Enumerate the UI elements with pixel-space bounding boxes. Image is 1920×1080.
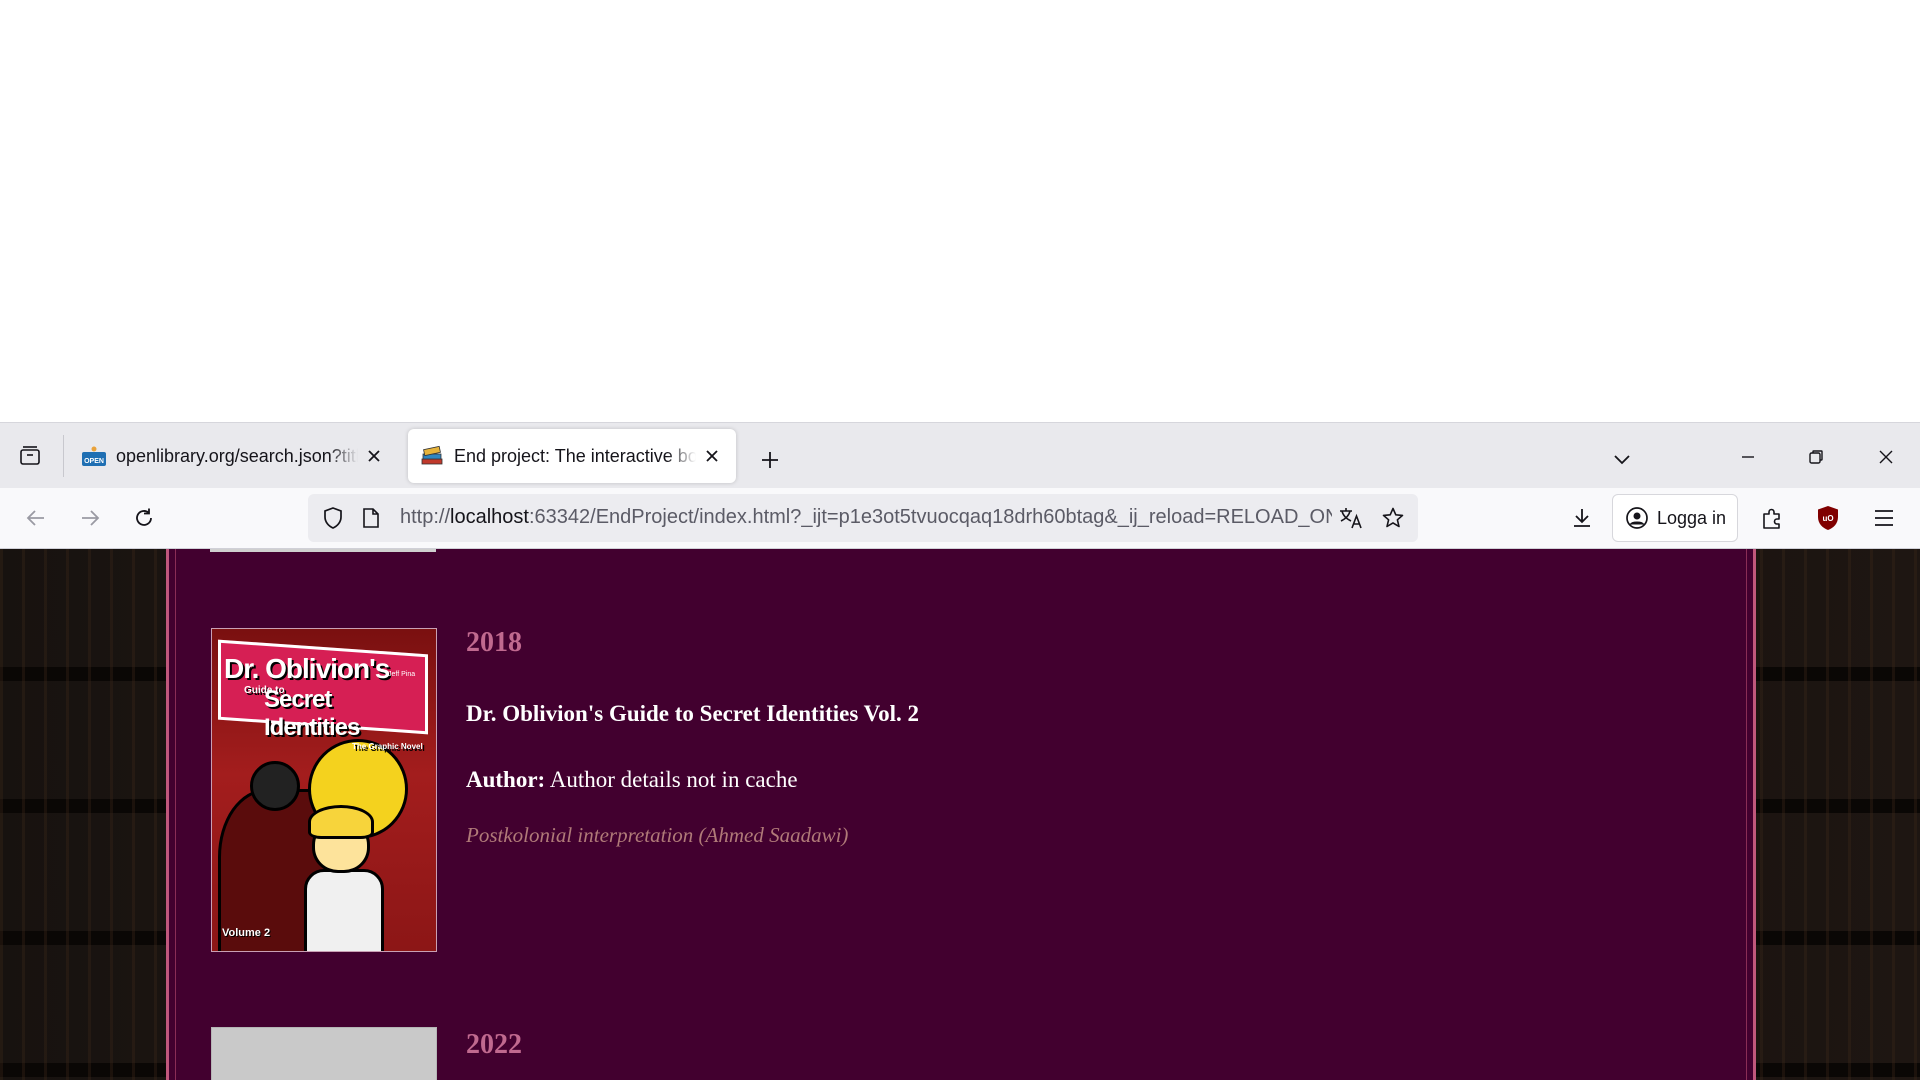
login-button[interactable]: Logga in: [1612, 494, 1738, 542]
cover-villain-shape: [250, 761, 300, 811]
downloads-button[interactable]: [1562, 498, 1602, 538]
cover-hero-hair-shape: [308, 805, 374, 839]
bookmark-star-icon[interactable]: [1380, 505, 1406, 531]
login-label: Logga in: [1657, 507, 1727, 528]
book-cover-placeholder: [211, 1027, 437, 1080]
tab-strip: OPEN openlibrary.org/search.json?title= …: [0, 422, 1920, 488]
url-text[interactable]: http://localhost:63342/EndProject/index.…: [400, 506, 1332, 532]
entry-year: 2018: [466, 627, 522, 658]
new-tab-button[interactable]: [752, 442, 788, 478]
svg-text:uO: uO: [1822, 514, 1833, 523]
book-title: Dr. Oblivion's Guide to Secret Identitie…: [466, 701, 920, 726]
url-host: localhost: [450, 506, 529, 528]
tab-title: openlibrary.org/search.json?title=: [116, 445, 358, 466]
restore-icon: [1809, 450, 1823, 464]
cover-title-line3: Secret Identities: [264, 686, 360, 741]
cover-author: Jeff Pina: [388, 671, 416, 678]
account-icon: [1626, 507, 1648, 529]
book-cover-image: Dr. Oblivion's Guide to Secret Identitie…: [211, 628, 437, 952]
books-icon: [420, 444, 444, 468]
address-bar[interactable]: http://localhost:63342/EndProject/index.…: [308, 494, 1418, 542]
back-button[interactable]: [16, 498, 56, 538]
previous-cover-edge: [210, 549, 436, 552]
close-tab-button[interactable]: [700, 444, 724, 468]
close-icon: [368, 450, 380, 462]
tab-end-project[interactable]: End project: The interactive book: [408, 429, 736, 483]
close-icon: [1879, 450, 1893, 464]
url-path: :63342/EndProject/index.html?_ijt=p1e3ot…: [528, 506, 1332, 528]
firefox-view-button[interactable]: [8, 436, 52, 476]
navigation-toolbar: http://localhost:63342/EndProject/index.…: [0, 488, 1920, 549]
restore-button[interactable]: [1786, 435, 1846, 479]
cover-logo: Dr. Oblivion's Guide to Secret Identitie…: [224, 653, 424, 751]
cover-title-line1: Dr. Oblivion's: [224, 653, 390, 684]
interpretation-text: Postkolonial interpretation (Ahmed Saada…: [466, 823, 849, 847]
arrow-left-icon: [26, 510, 44, 526]
extensions-button[interactable]: [1752, 498, 1792, 538]
url-scheme: http://: [400, 506, 451, 528]
plus-icon: [762, 452, 778, 468]
svg-text:OPEN: OPEN: [84, 458, 104, 465]
tab-openlibrary[interactable]: OPEN openlibrary.org/search.json?title=: [70, 429, 398, 483]
reload-icon: [136, 508, 152, 526]
translate-icon[interactable]: [1338, 505, 1364, 531]
ublock-origin-button[interactable]: uO: [1808, 498, 1848, 538]
firefox-view-icon: [20, 446, 40, 465]
list-all-tabs-button[interactable]: [1604, 442, 1640, 478]
arrow-right-icon: [82, 510, 100, 526]
app-menu-button[interactable]: [1864, 498, 1904, 538]
author-label: Author:: [466, 767, 546, 792]
puzzle-icon: [1763, 508, 1780, 529]
minimize-icon: [1742, 456, 1754, 458]
ublock-icon: uO: [1818, 506, 1838, 530]
chevron-down-icon: [1614, 455, 1630, 465]
openlibrary-icon: OPEN: [82, 444, 106, 468]
close-icon: [706, 450, 718, 462]
forward-button[interactable]: [70, 498, 110, 538]
tab-separator: [63, 435, 64, 477]
page-icon[interactable]: [358, 505, 384, 531]
cover-subtitle: The Graphic Novel: [352, 742, 423, 751]
close-window-button[interactable]: [1856, 435, 1916, 479]
reload-button[interactable]: [124, 498, 164, 538]
author-line: Author: Author details not in cache: [466, 767, 798, 793]
minimize-button[interactable]: [1718, 435, 1778, 479]
tab-title: End project: The interactive book: [454, 445, 696, 466]
author-value: Author details not in cache: [549, 767, 798, 792]
download-icon: [1574, 509, 1590, 527]
page-viewport: Dr. Oblivion's Guide to Secret Identitie…: [0, 549, 1920, 1080]
cover-volume: Volume 2: [222, 927, 271, 939]
entry-year: 2022: [466, 1029, 522, 1060]
shield-icon[interactable]: [320, 505, 346, 531]
cover-hero-body-shape: [304, 869, 384, 951]
hamburger-menu-icon: [1875, 510, 1893, 526]
close-tab-button[interactable]: [362, 444, 386, 468]
